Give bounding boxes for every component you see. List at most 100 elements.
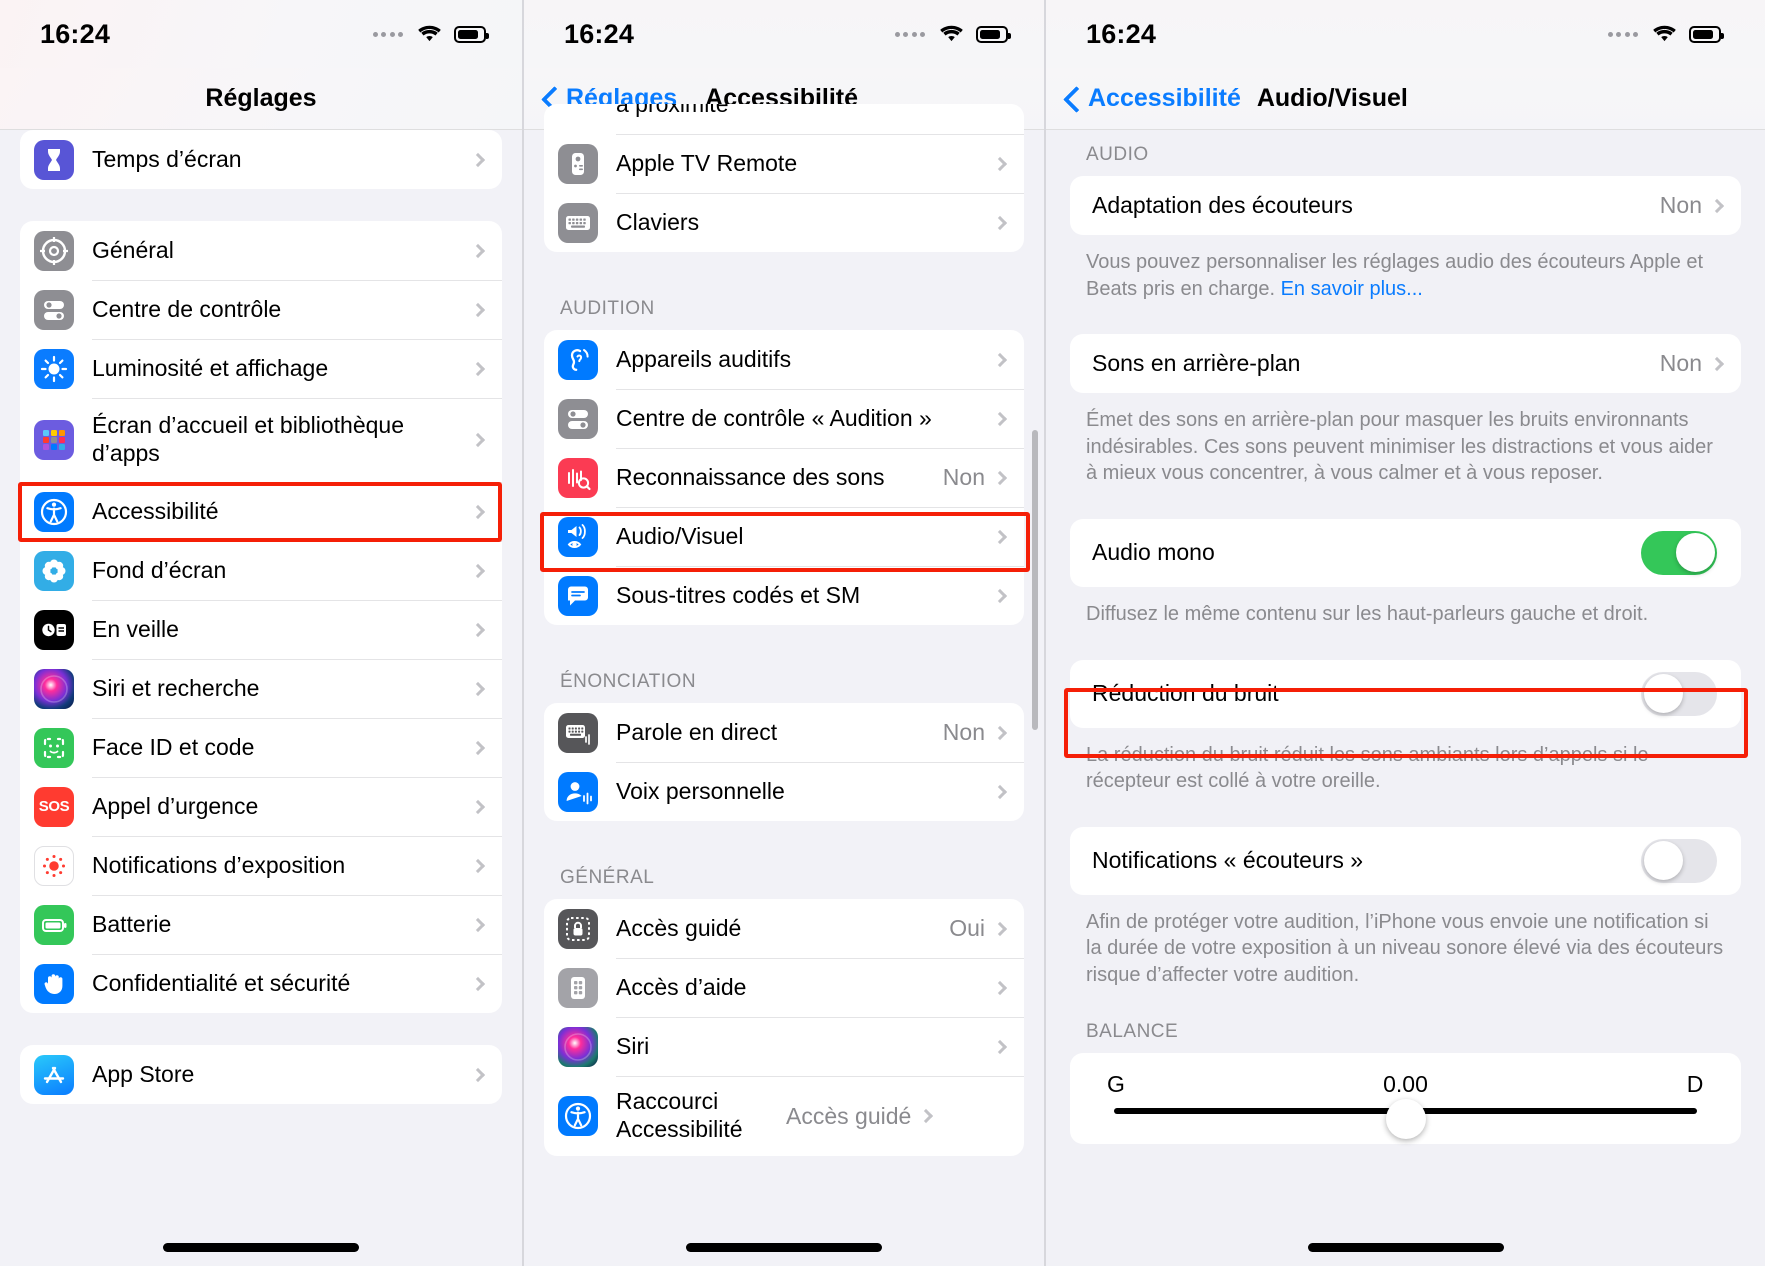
subtitles-icon <box>558 575 598 616</box>
balance-left-label: G <box>1107 1070 1125 1097</box>
settings-row-fond-decran[interactable]: Fond d’écran <box>20 541 502 600</box>
toggle-knob <box>1643 841 1683 881</box>
audio-visual-icon <box>558 516 598 557</box>
accessibility-icon <box>34 491 74 532</box>
settings-row-face-id[interactable]: Face ID et code <box>20 718 502 777</box>
settings-row-acces-aide[interactable]: Accès d’aide <box>544 958 1024 1017</box>
status-clock: 16:24 <box>564 18 635 49</box>
back-button[interactable]: Accessibilité <box>1064 84 1241 113</box>
settings-row-general[interactable]: Général <box>20 221 502 280</box>
group-general: Accès guidé Oui Accès d’aide Siri Raccou… <box>544 899 1024 1156</box>
row-label: Général <box>92 236 174 263</box>
chevron-right-icon <box>470 976 486 991</box>
settings-row-ecran-accueil[interactable]: Écran d’accueil et bibliothèque d’apps <box>20 398 502 482</box>
group-adaptation-ecouteurs: Adaptation des écouteurs Non <box>1070 176 1741 235</box>
settings-row-notifications-exposition[interactable]: Notifications d’exposition <box>20 836 502 895</box>
row-label: Confidentialité et sécurité <box>92 969 351 996</box>
chevron-right-icon <box>470 152 486 167</box>
tv-remote-icon <box>558 143 598 184</box>
balance-slider[interactable] <box>1070 1098 1741 1139</box>
settings-row-siri[interactable]: Siri <box>544 1017 1024 1076</box>
face-id-icon <box>34 727 74 768</box>
settings-row-reconnaissance-des-sons[interactable]: Reconnaissance des sons Non <box>544 448 1024 507</box>
settings-row-apple-tv-remote[interactable]: Apple TV Remote <box>544 134 1024 193</box>
settings-list[interactable]: Temps d’écran Général Centre de contrôle… <box>0 130 522 1266</box>
desc-audio-mono: Diffusez le même contenu sur les haut-pa… <box>1086 602 1649 625</box>
chevron-right-icon <box>470 622 486 637</box>
settings-row-luminosite[interactable]: Luminosité et affichage <box>20 339 502 398</box>
settings-row-siri[interactable]: Siri et recherche <box>20 659 502 718</box>
nav-bar: Réglages <box>0 68 522 130</box>
live-speech-icon <box>558 712 598 753</box>
row-label: Notifications « écouteurs » <box>1092 846 1364 873</box>
row-value: Non <box>942 719 985 745</box>
row-value: Non <box>942 464 985 490</box>
row-label: Accessibilité <box>92 497 219 524</box>
chevron-right-icon <box>992 215 1008 230</box>
back-label: Accessibilité <box>1088 84 1241 112</box>
battery-icon <box>454 25 489 43</box>
row-label: Centre de contrôle <box>92 295 282 322</box>
notifications-ecouteurs-toggle[interactable] <box>1641 838 1717 883</box>
settings-row-sous-titres[interactable]: Sous-titres codés et SM <box>544 566 1024 625</box>
row-label: Temps d’écran <box>92 145 242 172</box>
audio-mono-toggle[interactable] <box>1641 530 1717 575</box>
settings-row-confidentialite[interactable]: Confidentialité et sécurité <box>20 954 502 1013</box>
group-enonciation: Parole en direct Non Voix personnelle <box>544 703 1024 821</box>
desc-sons-arriere-plan: Émet des sons en arrière-plan pour masqu… <box>1086 409 1713 485</box>
settings-row-accessibilite[interactable]: Accessibilité <box>20 482 502 541</box>
toggle-knob <box>1643 674 1683 714</box>
slider-knob[interactable] <box>1385 1098 1426 1139</box>
reduction-bruit-toggle[interactable] <box>1641 671 1717 716</box>
signal-dots-icon <box>372 31 403 37</box>
gear-icon <box>34 230 74 271</box>
settings-row-voix-personnelle[interactable]: Voix personnelle <box>544 762 1024 821</box>
row-label: Audio/Visuel <box>616 522 744 549</box>
settings-row-audio-mono[interactable]: Audio mono <box>1070 519 1741 587</box>
row-value: Accès guidé <box>786 1102 912 1129</box>
row-label: Accès d’aide <box>616 973 747 1000</box>
settings-row-centre-de-controle[interactable]: Centre de contrôle <box>20 280 502 339</box>
keyboard-icon <box>558 202 598 243</box>
accessibility-list[interactable]: à proximité Apple TV Remote Claviers AUD… <box>524 104 1044 1266</box>
battery-icon <box>1689 25 1724 43</box>
settings-row-reduction-du-bruit[interactable]: Réduction du bruit <box>1070 660 1741 728</box>
scrollbar[interactable] <box>1032 430 1038 730</box>
settings-row-app-store[interactable]: App Store <box>20 1045 502 1104</box>
row-label: Sous-titres codés et SM <box>616 581 861 608</box>
audio-visual-list[interactable]: AUDIO Adaptation des écouteurs Non Vous … <box>1046 130 1765 1266</box>
settings-row-clipped[interactable]: à proximité <box>544 104 1024 134</box>
en-savoir-plus-link[interactable]: En savoir plus... <box>1281 278 1423 300</box>
balance-value: 0.00 <box>1383 1070 1428 1097</box>
row-label: Claviers <box>616 208 700 235</box>
panel-audio-visual: 16:24 Accessibilité Audio/Visuel AUDIO A… <box>1044 0 1765 1266</box>
signal-dots-icon <box>1607 31 1638 37</box>
wifi-icon <box>940 25 963 42</box>
settings-row-notifications-ecouteurs[interactable]: Notifications « écouteurs » <box>1070 827 1741 895</box>
settings-row-raccourci-accessibilite[interactable]: Raccourci Accessibilité Accès guidé <box>544 1076 1024 1156</box>
settings-row-sons-arriere-plan[interactable]: Sons en arrière-plan Non <box>1070 334 1741 393</box>
chevron-right-icon <box>919 1108 934 1124</box>
settings-row-parole-en-direct[interactable]: Parole en direct Non <box>544 703 1024 762</box>
group-notifications-ecouteurs: Notifications « écouteurs » <box>1070 826 1741 895</box>
guided-access-icon <box>558 908 598 949</box>
settings-row-acces-guide[interactable]: Accès guidé Oui <box>544 899 1024 958</box>
settings-row-appel-urgence[interactable]: SOS Appel d’urgence <box>20 777 502 836</box>
settings-row-audio-visuel[interactable]: Audio/Visuel <box>544 507 1024 566</box>
settings-row-claviers[interactable]: Claviers <box>544 193 1024 252</box>
status-indicators <box>1607 24 1724 44</box>
settings-row-temps-decran[interactable]: Temps d’écran <box>20 130 502 189</box>
row-value: Non <box>1659 192 1702 218</box>
chevron-right-icon <box>470 799 486 814</box>
chevron-right-icon <box>992 921 1008 936</box>
settings-row-batterie[interactable]: Batterie <box>20 895 502 954</box>
row-label-clipped: à proximité <box>616 104 729 118</box>
chevron-right-icon <box>992 156 1008 171</box>
settings-row-appareils-auditifs[interactable]: Appareils auditifs <box>544 330 1024 389</box>
settings-row-en-veille[interactable]: En veille <box>20 600 502 659</box>
settings-row-centre-controle-audition[interactable]: Centre de contrôle « Audition » <box>544 389 1024 448</box>
settings-row-adaptation-ecouteurs[interactable]: Adaptation des écouteurs Non <box>1070 176 1741 235</box>
accessibility-icon <box>558 1096 598 1136</box>
group-app-store: App Store <box>20 1045 502 1104</box>
group-audition: Appareils auditifs Centre de contrôle « … <box>544 330 1024 625</box>
